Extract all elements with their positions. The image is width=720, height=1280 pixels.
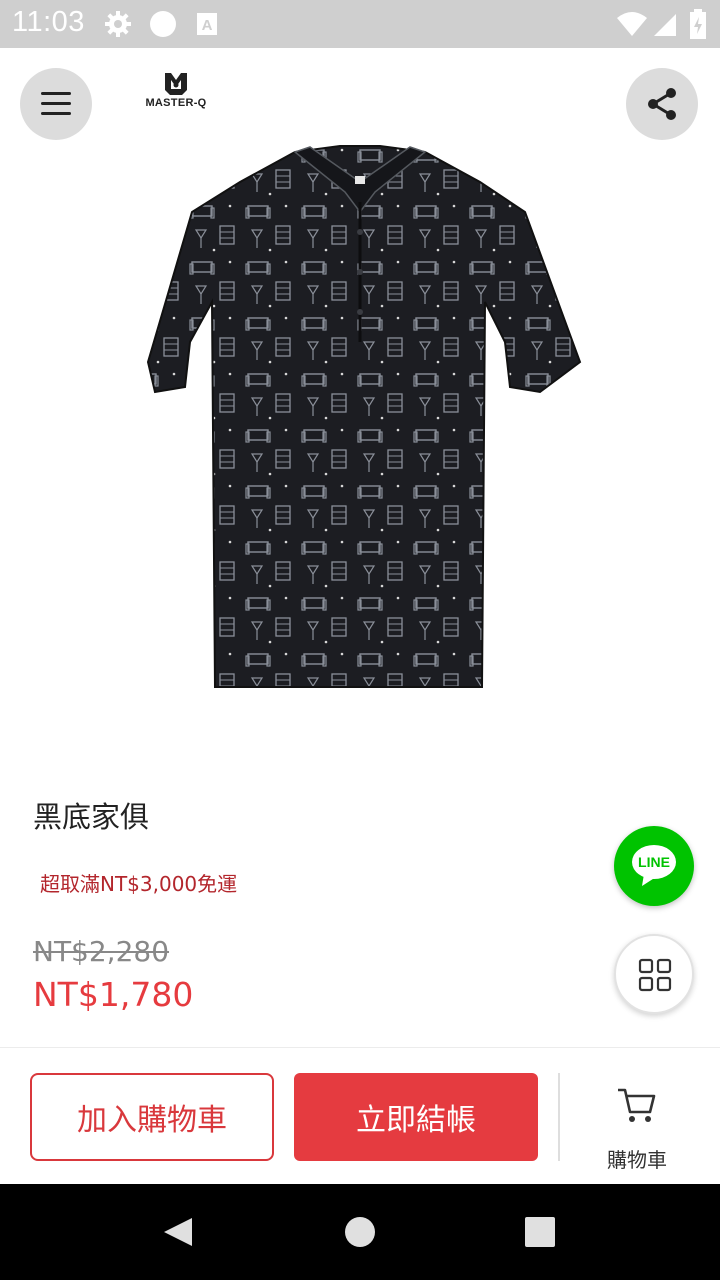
share-button[interactable] (626, 68, 698, 140)
sale-price: NT$1,780 (33, 975, 194, 1014)
share-icon (648, 88, 676, 120)
back-icon[interactable] (162, 1216, 194, 1248)
action-bar: 加入購物車 立即結帳 購物車 (0, 1047, 720, 1184)
home-icon[interactable] (344, 1216, 376, 1248)
free-shipping-notice: 超取滿NT$3,000免運 (40, 872, 238, 896)
svg-text:A: A (202, 17, 213, 34)
status-bar: 11:03 A (0, 0, 720, 48)
logo-mark-icon (165, 73, 187, 95)
product-image[interactable] (130, 142, 590, 712)
product-name: 黑底家俱 (33, 800, 150, 834)
checkout-button[interactable]: 立即結帳 (294, 1073, 538, 1161)
line-label: LINE (638, 854, 670, 870)
menu-grid-button[interactable] (614, 934, 694, 1014)
circle-icon (150, 11, 176, 37)
status-time: 11:03 (12, 6, 85, 38)
brand-logo[interactable]: MASTER-Q (138, 70, 214, 114)
signal-icon (654, 14, 676, 36)
recents-icon[interactable] (524, 1216, 556, 1248)
shopping-cart-icon (618, 1088, 656, 1122)
divider (558, 1073, 560, 1161)
cart-link[interactable]: 購物車 (590, 1078, 684, 1172)
add-to-cart-button[interactable]: 加入購物車 (30, 1073, 274, 1161)
line-chat-button[interactable]: LINE (614, 826, 694, 906)
cart-label: 購物車 (607, 1148, 667, 1172)
grid-icon (638, 958, 672, 992)
a-icon: A (197, 13, 217, 35)
logo-text: MASTER-Q (145, 97, 207, 109)
wifi-icon (617, 12, 647, 36)
navigation-bar (0, 1184, 720, 1280)
menu-button[interactable] (20, 68, 92, 140)
original-price: NT$2,280 (33, 935, 170, 968)
battery-icon (690, 9, 706, 39)
gear-icon (105, 11, 131, 37)
